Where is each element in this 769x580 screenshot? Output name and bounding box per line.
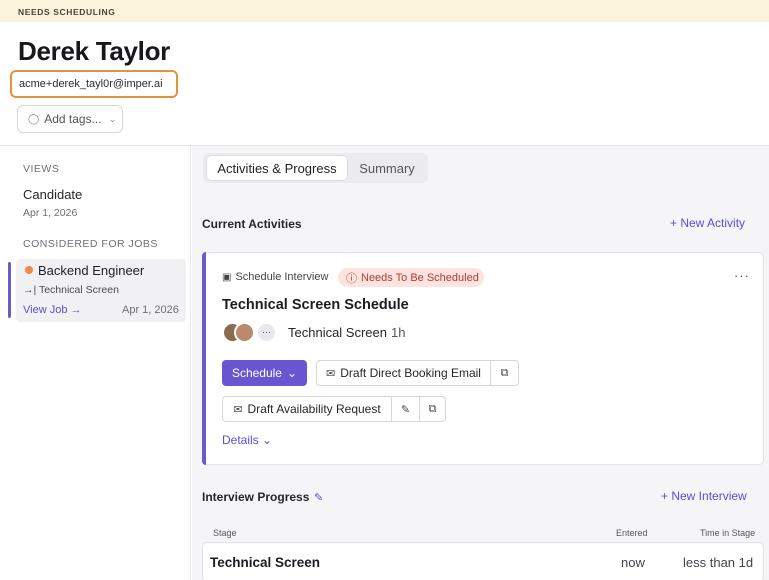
job-stage: →| Technical Screen bbox=[23, 284, 119, 296]
activity-title: Technical Screen Schedule bbox=[222, 297, 409, 313]
edit-draft-button[interactable]: ✎ bbox=[391, 396, 420, 422]
avatar bbox=[234, 322, 255, 343]
view-job-link[interactable]: View Job → bbox=[23, 304, 82, 316]
sidebar-item-candidate[interactable]: Candidate bbox=[23, 187, 82, 202]
more-options-icon[interactable]: ··· bbox=[734, 268, 750, 283]
calendar-icon: ▣ bbox=[222, 271, 232, 283]
views-heading: VIEWS bbox=[23, 163, 60, 175]
draft-availability-label: Draft Availability Request bbox=[247, 402, 381, 416]
new-interview-link[interactable]: + New Interview bbox=[661, 489, 747, 503]
tag-icon: ◯ bbox=[28, 113, 40, 125]
copy-button[interactable]: ⧉ bbox=[419, 396, 446, 422]
interview-stage-name: Technical Screen bbox=[288, 325, 387, 340]
chevron-down-icon: ⌄ bbox=[286, 366, 298, 380]
candidate-email[interactable]: acme+derek_tayl0r@imper.ai bbox=[10, 70, 178, 98]
draft-booking-email-button[interactable]: ✉ Draft Direct Booking Email bbox=[316, 360, 491, 386]
tab-activities-progress[interactable]: Activities & Progress bbox=[207, 156, 347, 180]
job-status-dot bbox=[25, 266, 33, 274]
status-banner: NEEDS SCHEDULING bbox=[0, 0, 769, 22]
job-date: Apr 1, 2026 bbox=[122, 304, 179, 316]
jobs-heading: CONSIDERED FOR JOBS bbox=[23, 238, 158, 250]
mail-icon: ✉ bbox=[233, 403, 243, 416]
interview-progress-title: Interview Progress bbox=[202, 490, 310, 504]
status-badge-label: Needs To Be Scheduled bbox=[361, 271, 479, 284]
activity-type-label: Schedule Interview bbox=[235, 271, 329, 283]
column-header-entered: Entered bbox=[616, 528, 648, 538]
copy-icon: ⧉ bbox=[500, 366, 509, 379]
schedule-button[interactable]: Schedule ⌄ bbox=[222, 360, 307, 386]
chevron-down-icon: ⌄ bbox=[262, 433, 273, 447]
column-header-stage: Stage bbox=[213, 528, 237, 538]
new-activity-link[interactable]: + New Activity bbox=[670, 216, 745, 230]
activity-card bbox=[202, 252, 764, 465]
activity-card-accent bbox=[202, 252, 206, 465]
add-tags-label: Add tags... bbox=[44, 112, 102, 126]
status-badge: ⓘ Needs To Be Scheduled bbox=[338, 268, 484, 287]
add-tags-button[interactable]: ◯ Add tags... ⌄ bbox=[17, 105, 123, 133]
alert-icon: ⓘ bbox=[346, 272, 357, 285]
schedule-button-label: Schedule bbox=[231, 366, 282, 380]
tab-summary[interactable]: Summary bbox=[350, 156, 424, 180]
edit-icon: ✎ bbox=[400, 403, 411, 416]
copy-icon: ⧉ bbox=[428, 402, 437, 415]
mail-icon: ✉ bbox=[326, 367, 336, 380]
column-header-time-in-stage: Time in Stage bbox=[700, 528, 756, 538]
interview-duration: 1h bbox=[391, 325, 406, 340]
table-cell-entered: now bbox=[621, 555, 645, 570]
job-title: Backend Engineer bbox=[38, 263, 145, 278]
interviewer-avatars[interactable]: ··· bbox=[222, 322, 282, 344]
table-cell-stage: Technical Screen bbox=[210, 555, 321, 570]
details-label: Details bbox=[222, 433, 259, 447]
copy-button[interactable]: ⧉ bbox=[490, 360, 519, 386]
sidebar-item-candidate-date: Apr 1, 2026 bbox=[23, 207, 78, 219]
candidate-name: Derek Taylor bbox=[18, 36, 170, 66]
chevron-down-icon: ⌄ bbox=[108, 113, 117, 124]
current-activities-title: Current Activities bbox=[202, 217, 302, 231]
activity-type: ▣ Schedule Interview bbox=[222, 271, 328, 283]
job-selected-indicator bbox=[8, 262, 11, 318]
table-cell-time-in-stage: less than 1d bbox=[683, 555, 754, 570]
more-avatars-icon: ··· bbox=[256, 322, 277, 343]
draft-availability-button[interactable]: ✉ Draft Availability Request bbox=[222, 396, 392, 422]
details-link[interactable]: Details ⌄ bbox=[222, 433, 272, 447]
draft-booking-email-label: Draft Direct Booking Email bbox=[340, 366, 481, 380]
pencil-icon[interactable]: ✎ bbox=[314, 491, 323, 504]
